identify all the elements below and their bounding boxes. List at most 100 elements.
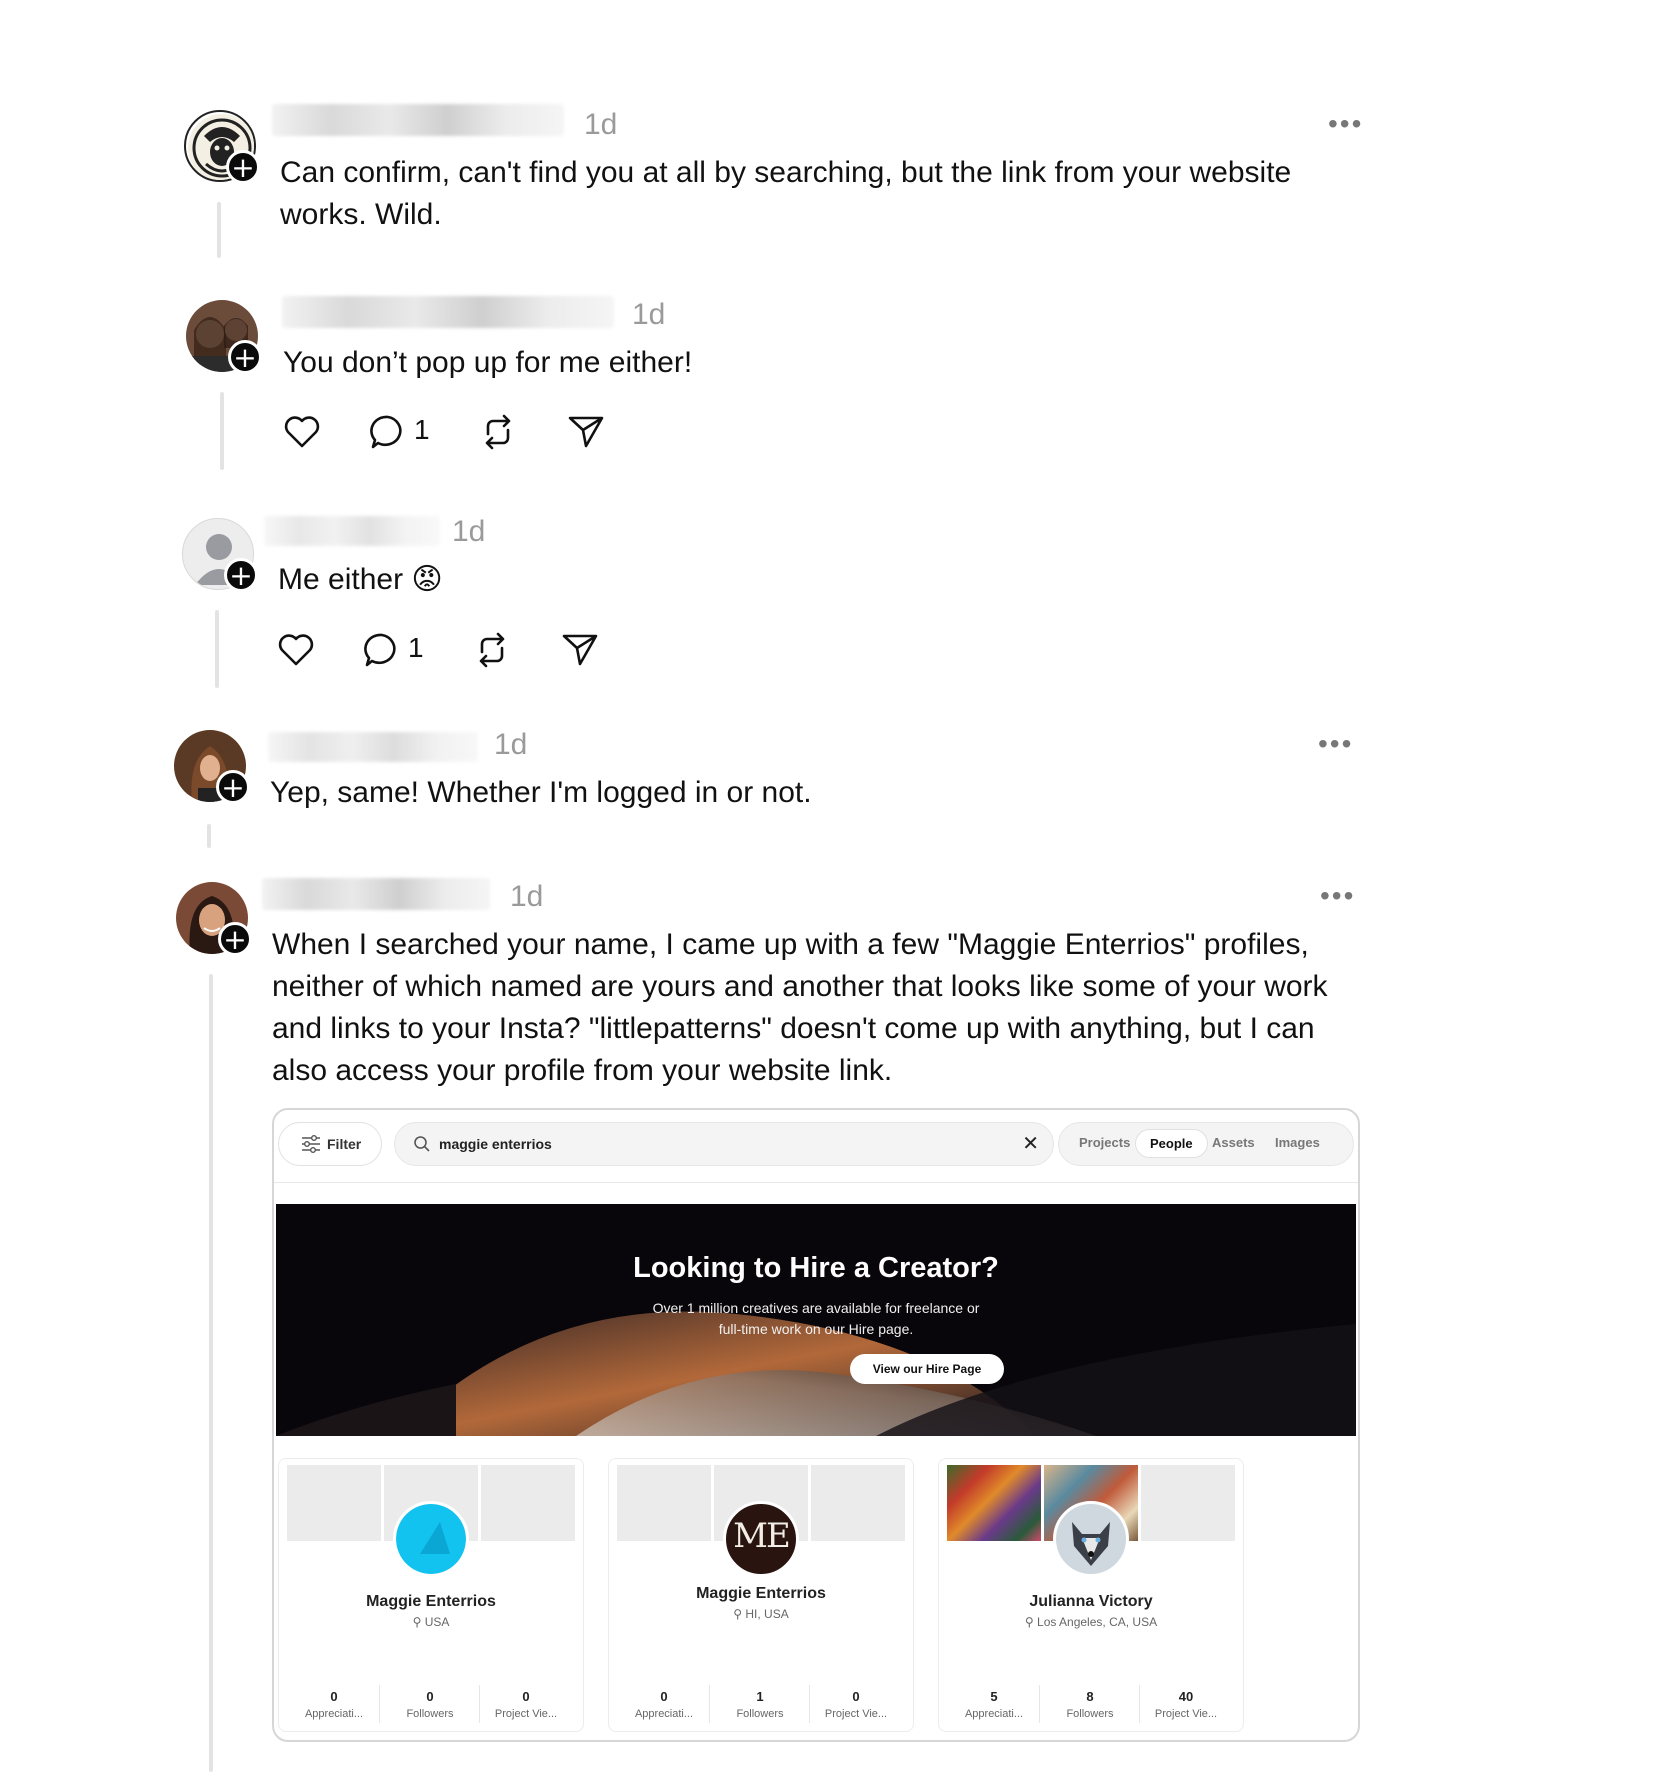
reply-count: 1 xyxy=(408,632,424,663)
profile-avatar[interactable] xyxy=(393,1501,469,1577)
cyan-logo-avatar-icon xyxy=(396,1504,466,1574)
stat-value: 0 xyxy=(852,1689,860,1704)
stat-followers: 8 Followers xyxy=(1045,1689,1135,1720)
stat-appreciations: 0 Appreciati... xyxy=(289,1689,379,1720)
divider xyxy=(1139,1685,1140,1723)
banner-subtitle: Over 1 million creatives are available f… xyxy=(276,1298,1356,1340)
stat-value: 0 xyxy=(660,1689,668,1704)
post-text: When I searched your name, I came up wit… xyxy=(272,928,1328,1087)
stat-project-views: 40 Project Vie... xyxy=(1141,1689,1231,1720)
share-send-icon[interactable] xyxy=(566,412,606,452)
banner-subtitle-line: Over 1 million creatives are available f… xyxy=(652,1300,980,1316)
share-send-icon[interactable] xyxy=(560,630,600,670)
stat-label: Project Vie... xyxy=(494,1708,558,1720)
heart-icon[interactable] xyxy=(276,630,316,670)
stat-value: 0 xyxy=(522,1689,530,1704)
post-text: You don’t pop up for me either! xyxy=(283,346,693,379)
location-text: HI, USA xyxy=(745,1607,789,1621)
profile-location: ⚲ Los Angeles, CA, USA xyxy=(939,1615,1243,1629)
view-hire-page-button[interactable]: View our Hire Page xyxy=(850,1354,1004,1384)
follow-plus-button[interactable]: + xyxy=(228,340,262,374)
pin-icon: ⚲ xyxy=(733,1607,746,1621)
profile-card[interactable]: ME Maggie Enterrios ⚲ HI, USA 0 Appreciat… xyxy=(608,1458,914,1732)
floral-artwork-thumbnail xyxy=(947,1465,1041,1541)
wolf-avatar-icon xyxy=(1056,1504,1126,1574)
stat-label: Appreciati... xyxy=(304,1708,364,1720)
stat-followers: 0 Followers xyxy=(385,1689,475,1720)
filter-button[interactable]: Filter xyxy=(278,1122,382,1166)
filter-label: Filter xyxy=(327,1136,362,1152)
divider xyxy=(809,1685,810,1723)
tab-images[interactable]: Images xyxy=(1275,1135,1320,1150)
search-input[interactable]: maggie enterrios ✕ xyxy=(394,1122,1054,1166)
repost-icon[interactable] xyxy=(472,630,512,670)
profile-card[interactable]: Maggie Enterrios ⚲ USA 0 Appreciati... 0 F… xyxy=(278,1458,584,1732)
repost-icon[interactable] xyxy=(478,412,518,452)
divider xyxy=(709,1685,710,1723)
stat-project-views: 0 Project Vie... xyxy=(811,1689,901,1720)
stat-value: 0 xyxy=(426,1689,434,1704)
comment-icon[interactable] xyxy=(362,630,402,670)
heart-icon[interactable] xyxy=(282,412,322,452)
thread-line xyxy=(220,392,224,470)
location-text: Los Angeles, CA, USA xyxy=(1037,1615,1158,1629)
username-redacted xyxy=(262,878,490,910)
stat-value: 8 xyxy=(1086,1689,1094,1704)
profile-location: ⚲ HI, USA xyxy=(609,1607,913,1621)
stat-project-views: 0 Project Vie... xyxy=(481,1689,571,1720)
stat-value: 1 xyxy=(756,1689,764,1704)
post-timestamp: 1d xyxy=(584,108,618,141)
more-options-button[interactable]: ••• xyxy=(1328,110,1363,138)
post-text: Me either 😡 xyxy=(278,563,443,596)
follow-plus-button[interactable]: + xyxy=(224,558,258,592)
search-value: maggie enterrios xyxy=(439,1136,552,1152)
thread-line xyxy=(215,610,219,688)
stat-label: Appreciati... xyxy=(964,1708,1024,1720)
profile-avatar[interactable]: ME xyxy=(723,1501,799,1577)
tab-projects[interactable]: Projects xyxy=(1079,1135,1130,1150)
more-options-button[interactable]: ••• xyxy=(1320,882,1355,910)
profile-name[interactable]: Julianna Victory xyxy=(939,1593,1243,1611)
banner-title: Looking to Hire a Creator? xyxy=(633,1252,999,1284)
thread-line xyxy=(207,824,211,848)
profile-card[interactable]: Julianna Victory ⚲ Los Angeles, CA, USA … xyxy=(938,1458,1244,1732)
thread-line xyxy=(209,974,213,1772)
username-redacted xyxy=(282,296,614,328)
tab-people[interactable]: People xyxy=(1135,1129,1208,1158)
username-redacted xyxy=(268,732,478,762)
hire-banner: Looking to Hire a Creator? Over 1 millio… xyxy=(276,1204,1356,1436)
follow-plus-button[interactable]: + xyxy=(218,922,252,956)
stat-appreciations: 5 Appreciati... xyxy=(949,1689,1039,1720)
stat-value: 5 xyxy=(990,1689,998,1704)
stat-value: 0 xyxy=(330,1689,338,1704)
stat-followers: 1 Followers xyxy=(715,1689,805,1720)
reply-count: 1 xyxy=(414,414,430,445)
follow-plus-button[interactable]: + xyxy=(226,150,260,184)
location-text: USA xyxy=(424,1615,450,1629)
thread-line xyxy=(217,202,221,258)
comment-icon[interactable] xyxy=(368,412,408,452)
pin-icon: ⚲ xyxy=(412,1615,425,1629)
profile-location: ⚲ USA xyxy=(279,1615,583,1629)
profile-avatar[interactable] xyxy=(1053,1501,1129,1577)
post-text: Yep, same! Whether I'm logged in or not. xyxy=(270,776,812,809)
follow-plus-button[interactable]: + xyxy=(216,770,250,804)
profile-name[interactable]: Maggie Enterrios xyxy=(609,1585,913,1603)
post-text: Can confirm, can't find you at all by se… xyxy=(280,156,1292,231)
divider xyxy=(479,1685,480,1723)
clear-search-icon[interactable]: ✕ xyxy=(1022,1131,1039,1156)
sliders-icon xyxy=(302,1135,320,1153)
pin-icon: ⚲ xyxy=(1024,1615,1038,1629)
more-options-button[interactable]: ••• xyxy=(1318,730,1353,758)
stat-label: Followers xyxy=(406,1708,454,1720)
stat-label: Project Vie... xyxy=(824,1708,888,1720)
post-timestamp: 1d xyxy=(494,728,528,761)
stat-label: Appreciati... xyxy=(634,1708,694,1720)
attached-screenshot[interactable]: Filter maggie enterrios ✕ Projects Peopl… xyxy=(272,1108,1360,1742)
post-actions: 1 xyxy=(276,630,616,670)
divider xyxy=(379,1685,380,1723)
tab-assets[interactable]: Assets xyxy=(1212,1135,1255,1150)
divider xyxy=(1039,1685,1040,1723)
profile-name[interactable]: Maggie Enterrios xyxy=(279,1593,583,1611)
search-toolbar: Filter maggie enterrios ✕ Projects Peopl… xyxy=(274,1110,1358,1184)
